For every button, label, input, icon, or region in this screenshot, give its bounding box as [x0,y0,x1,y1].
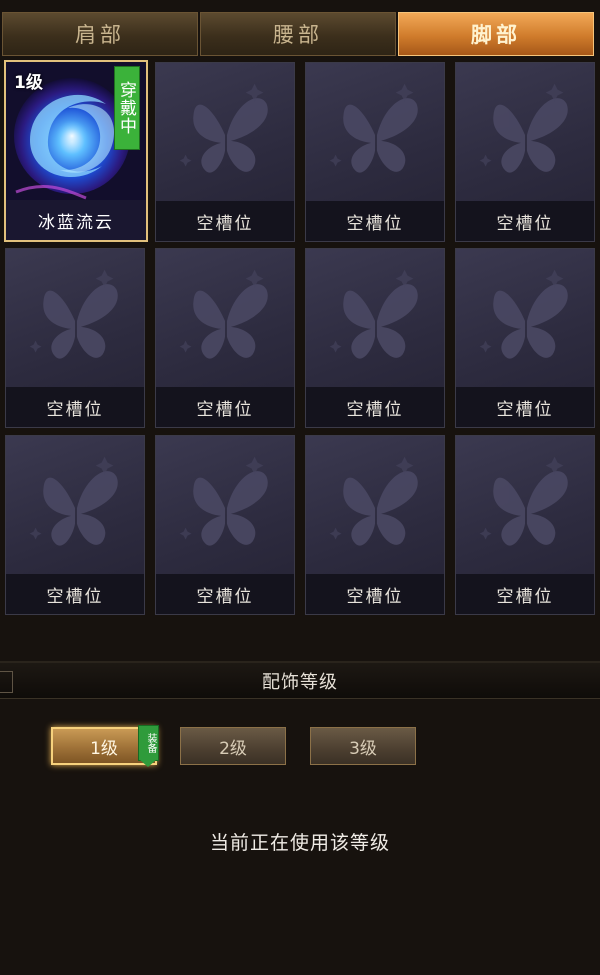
slot-label: 空槽位 [156,574,294,614]
slot-empty[interactable]: 空槽位 [455,62,595,242]
slot-label: 空槽位 [306,201,444,241]
slot-label: 空槽位 [306,387,444,427]
slot-equipped-item[interactable]: 1级 穿戴中 冰蓝流云 [4,60,148,242]
butterfly-icon [329,456,418,546]
slot-empty[interactable]: 空槽位 [455,435,595,615]
slot-label: 空槽位 [156,387,294,427]
butterfly-icon [479,83,568,173]
butterfly-icon [479,456,568,546]
tab-shoulder[interactable]: 肩部 [2,12,198,56]
slot-empty[interactable]: 空槽位 [305,62,445,242]
butterfly-icon [29,269,118,359]
slot-empty[interactable]: 空槽位 [455,248,595,428]
tab-foot[interactable]: 脚部 [398,12,594,56]
wearing-badge: 穿戴中 [114,66,140,150]
section-title: 配饰等级 [262,672,338,693]
slot-label: 空槽位 [156,201,294,241]
slot-empty[interactable]: 空槽位 [5,435,145,615]
slot-label: 空槽位 [6,387,144,427]
slot-empty[interactable]: 空槽位 [5,248,145,428]
slot-label: 空槽位 [306,574,444,614]
level-2-button[interactable]: 2级 [180,727,286,765]
accessory-grid: 1级 穿戴中 冰蓝流云 空槽位 空槽位 空槽位 空槽位 空槽位 空槽位 空槽位 … [0,58,600,618]
slot-empty[interactable]: 空槽位 [305,248,445,428]
butterfly-icon [179,83,268,173]
item-level-tag: 1级 [14,73,43,93]
slot-empty[interactable]: 空槽位 [155,62,295,242]
slot-label: 空槽位 [456,387,594,427]
level-3-button[interactable]: 3级 [310,727,416,765]
butterfly-icon [479,269,568,359]
butterfly-icon [29,456,118,546]
slot-label: 空槽位 [6,574,144,614]
category-tabs: 肩部 腰部 脚部 [0,12,600,56]
slot-label: 空槽位 [456,574,594,614]
equip-badge: 装备 [138,725,159,767]
butterfly-icon [329,269,418,359]
accessory-level-header: 配饰等级 [0,661,600,699]
level-status-text: 当前正在使用该等级 [209,832,390,854]
butterfly-icon [179,269,268,359]
slot-label: 空槽位 [456,201,594,241]
slot-empty[interactable]: 空槽位 [305,435,445,615]
slot-empty[interactable]: 空槽位 [155,435,295,615]
slot-label: 冰蓝流云 [6,200,146,240]
slot-empty[interactable]: 空槽位 [155,248,295,428]
butterfly-icon [179,456,268,546]
tab-waist[interactable]: 腰部 [200,12,396,56]
butterfly-icon [329,83,418,173]
